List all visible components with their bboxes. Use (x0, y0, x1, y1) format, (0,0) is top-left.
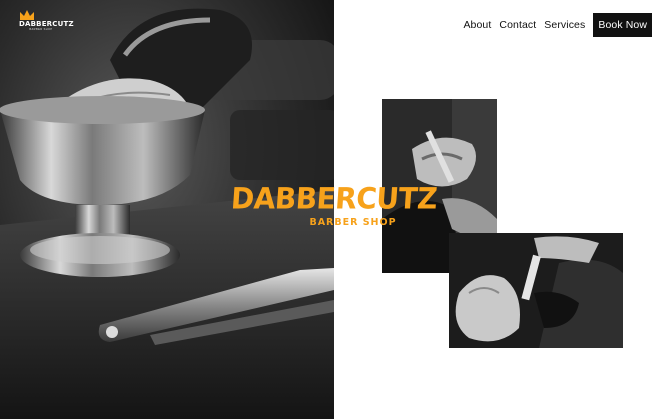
brand-subtitle: BARBER SHOP (309, 217, 397, 228)
nav-about-link[interactable]: About (463, 19, 491, 31)
book-now-button[interactable]: Book Now (593, 13, 652, 37)
logo-tagline: BARBER SHOP (29, 28, 53, 31)
nav-contact-link[interactable]: Contact (499, 19, 536, 31)
nav-services-link[interactable]: Services (544, 19, 585, 31)
hero-brand: DABBERCUTZ BARBER SHOP (229, 181, 439, 228)
logo-name: DABBERCUTZ (19, 20, 74, 28)
site-logo[interactable]: DABBERCUTZ BARBER SHOP (19, 9, 74, 31)
main-nav: About Contact Services Book Now (455, 13, 652, 37)
gallery-photo-hands-clipper (449, 233, 623, 348)
brand-name: DABBERCUTZ (229, 181, 439, 216)
